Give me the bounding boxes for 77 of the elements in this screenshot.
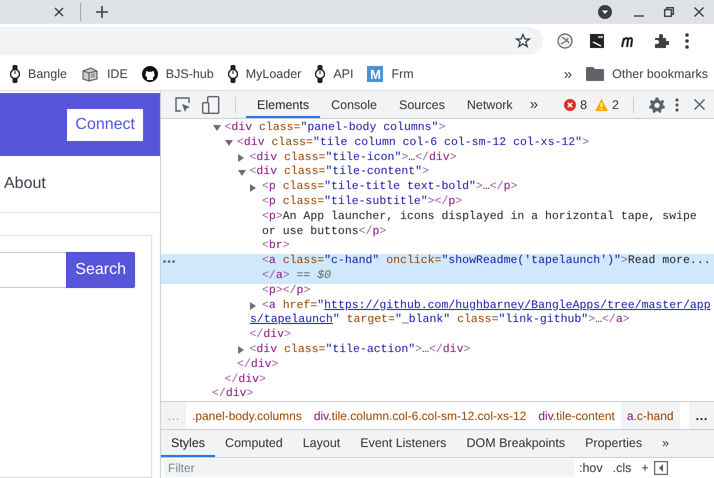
scroll-right-button[interactable]: … xyxy=(689,408,714,423)
code-line[interactable]: </div> xyxy=(250,328,291,343)
search-button[interactable]: Search xyxy=(66,252,135,288)
code-line[interactable]: <p></p> xyxy=(262,284,310,299)
code-line[interactable]: s/tapelaunch" target="_blank" class="link-github">…</a> xyxy=(250,313,630,328)
code-line[interactable]: or use buttons</p> xyxy=(262,224,386,240)
devtools-tab[interactable]: Console xyxy=(320,91,388,118)
plus-icon[interactable] xyxy=(96,6,108,18)
dropdown-icon[interactable] xyxy=(598,5,612,19)
search-field[interactable] xyxy=(0,252,66,288)
sidebar-toggle-icon[interactable] xyxy=(654,461,668,475)
star-icon[interactable] xyxy=(515,33,531,49)
error-count: 8 xyxy=(580,98,588,112)
bookmark[interactable]: MyLoader xyxy=(228,65,302,83)
url-link[interactable]: https://github.com/hughbarney/BangleApps/tree/master/app xyxy=(324,298,711,312)
inspect-cursor-icon[interactable] xyxy=(175,96,191,112)
code-line[interactable]: <p class="tile-subtitle"></p> xyxy=(262,194,462,210)
error-icon xyxy=(564,98,576,110)
code-line[interactable]: <div class="tile column col-6 col-sm-12 col-xs-12"> xyxy=(237,136,589,151)
folder-icon xyxy=(586,67,604,81)
code-line[interactable]: <br> xyxy=(262,239,290,254)
code-line[interactable]: <div class="panel-body columns"> xyxy=(224,121,446,136)
code-line[interactable]: <p class="tile-title text-bold">…</p> xyxy=(262,180,518,195)
more-bookmarks-button[interactable]: » xyxy=(560,66,576,82)
bookmark[interactable]: API xyxy=(315,65,354,83)
filter-field[interactable]: Filter xyxy=(164,459,574,477)
devtools-tab[interactable]: Network xyxy=(456,91,524,118)
close-icon[interactable] xyxy=(694,7,704,17)
device-toggle-icon[interactable] xyxy=(202,96,220,114)
watch-icon xyxy=(10,65,20,83)
warning-count: 2 xyxy=(612,98,619,112)
sidebar-tab[interactable]: DOM Breakpoints xyxy=(456,430,576,457)
watch-icon xyxy=(228,65,238,83)
filter-toolbar-button[interactable]: + xyxy=(636,461,654,475)
code-line[interactable]: </div> xyxy=(224,372,266,388)
nav-link[interactable]: About xyxy=(4,175,46,194)
code-line[interactable]: <div class="tile-action">…</div> xyxy=(250,342,470,358)
close-icon[interactable] xyxy=(54,7,64,17)
code-line[interactable]: <div class="tile-content"> xyxy=(250,165,429,180)
breadcrumb[interactable]: a.c-hand xyxy=(620,402,680,429)
bookmark[interactable]: M Frm xyxy=(367,66,414,82)
kebab-menu-icon[interactable] xyxy=(675,98,679,112)
code-line[interactable]: </div> xyxy=(212,387,254,401)
code-line[interactable]: <p>An App launcher, icons displayed in a horizontal tape, swipe xyxy=(262,210,697,225)
code-line[interactable]: </div> xyxy=(237,358,278,373)
kebab-menu-icon[interactable] xyxy=(685,33,689,49)
sidebar-tab[interactable]: Properties xyxy=(575,430,652,457)
bookmark[interactable]: BJS-hub xyxy=(142,66,214,82)
devtools-tab[interactable]: Sources xyxy=(388,91,456,118)
sidebar-tab[interactable]: Layout xyxy=(292,430,350,457)
watch-icon xyxy=(315,65,326,83)
connect-button[interactable]: Connect xyxy=(67,108,143,141)
restore-icon[interactable] xyxy=(664,7,674,17)
terminal-icon[interactable] xyxy=(589,33,605,49)
url-link[interactable]: s/tapelaunch xyxy=(250,313,333,326)
warning-icon xyxy=(595,98,608,110)
filter-toolbar-button[interactable]: .cls xyxy=(608,461,636,475)
issues-counter[interactable]: 8 2 xyxy=(564,98,623,112)
more-dots-icon[interactable] xyxy=(163,260,175,264)
sidebar-tab[interactable]: Event Listeners xyxy=(350,430,456,457)
bookmark[interactable]: Bangle xyxy=(10,65,67,83)
devtools-tab[interactable]: Elements xyxy=(246,91,320,118)
bookmark[interactable]: IDE xyxy=(80,66,128,82)
settings-icon[interactable] xyxy=(649,96,665,112)
github-cat-icon xyxy=(142,66,158,82)
sidebar-tab[interactable]: Computed xyxy=(215,430,293,457)
globe-icon[interactable] xyxy=(557,33,573,49)
bookmark-folder[interactable]: Other bookmarks xyxy=(586,67,708,81)
more-tabs-button[interactable]: » xyxy=(524,96,544,113)
puzzle-icon[interactable] xyxy=(653,33,669,49)
more-tabs-button[interactable]: » xyxy=(652,430,680,457)
letter-logo: M xyxy=(367,66,384,82)
code-line[interactable]: <a href="https://github.com/hughbarney/BangleApps/tree/master/app xyxy=(262,298,711,314)
filter-toolbar-button[interactable]: :hov xyxy=(574,461,608,475)
code-line[interactable]: <div class="tile-icon">…</div> xyxy=(250,150,457,166)
close-icon[interactable] xyxy=(694,99,705,110)
sidebar-tab[interactable]: Styles xyxy=(161,430,216,457)
